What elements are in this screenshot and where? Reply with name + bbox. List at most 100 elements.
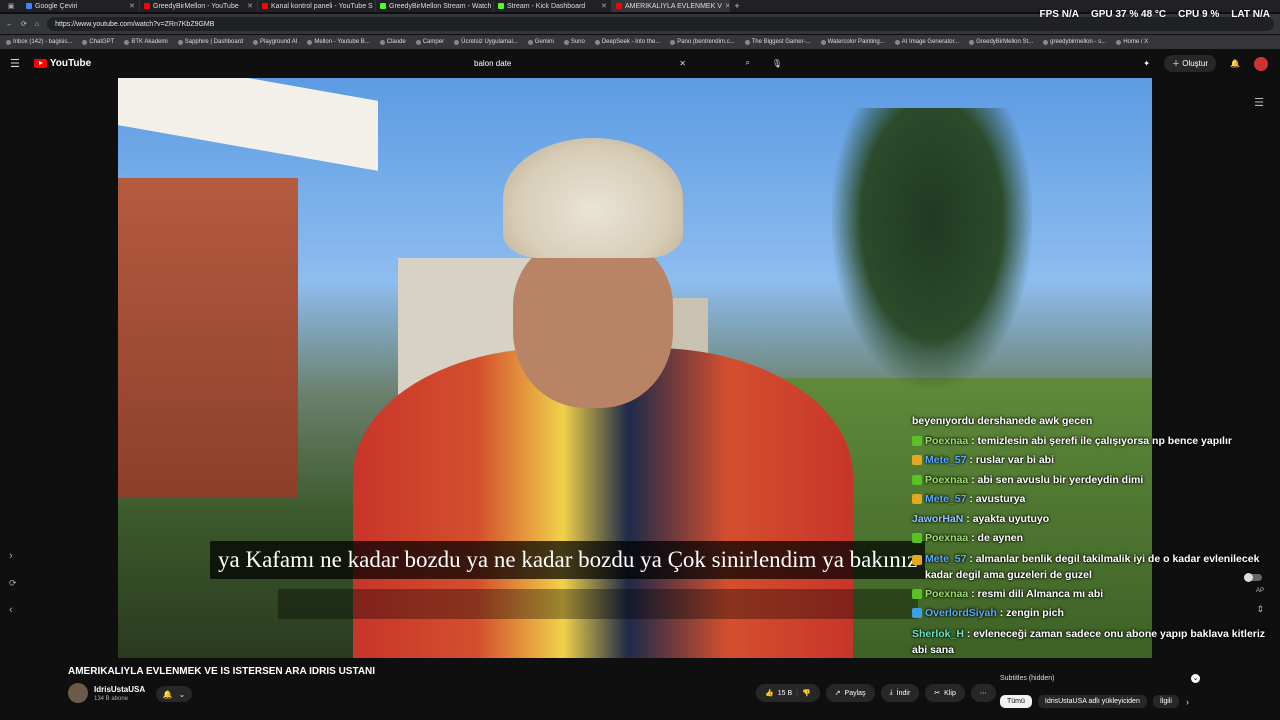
refresh-icon[interactable]: ⟳ — [9, 578, 17, 589]
bookmark-item[interactable]: Inbox (142) - bagisis... — [6, 39, 72, 45]
browser-tab[interactable]: GreedyBirMellon Stream - Watch✕ — [376, 0, 494, 12]
bookmark-item[interactable]: AI Image Generator... — [894, 39, 959, 45]
chat-badge-icon — [912, 474, 922, 485]
bookmark-favicon-icon — [379, 39, 385, 45]
chat-menu-icon[interactable]: ☰ — [1254, 96, 1264, 109]
close-tab-icon[interactable]: ✕ — [247, 2, 253, 10]
browser-tab[interactable]: Stream - Kick Dashboard ✕ — [494, 0, 612, 12]
chat-username[interactable]: Poexnaa — [925, 435, 968, 447]
tab-title: Kanal kontrol paneli - YouTube S — [271, 2, 373, 10]
chat-username[interactable]: JaworHaN — [912, 513, 963, 525]
bookmark-item[interactable]: greedybirmellon - s... — [1043, 39, 1106, 45]
filter-chip[interactable]: IdrisUstaUSA adlı yükleyiciden — [1037, 695, 1147, 708]
youtube-logo[interactable]: YouTube — [33, 58, 91, 69]
browser-tab[interactable]: AMERIKALIYLA EVLENMEK V✕ — [612, 0, 730, 12]
tab-favicon — [380, 3, 386, 9]
clear-search-icon[interactable]: ✕ — [679, 59, 686, 68]
account-avatar[interactable] — [1254, 56, 1268, 71]
bookmark-favicon-icon — [6, 39, 11, 45]
bookmark-item[interactable]: BTK Akademi — [124, 39, 168, 45]
ap-label: AP — [1255, 588, 1264, 594]
tab-favicon — [144, 3, 150, 9]
bookmark-label: Home / X — [1123, 39, 1149, 45]
browser-tab[interactable]: Kanal kontrol paneli - YouTube S✕ — [258, 0, 376, 12]
share-label: Paylaş — [844, 689, 866, 697]
bookmark-item[interactable]: Mellon - Youtube B... — [307, 39, 370, 45]
browser-tab[interactable]: GreedyBirMellon - YouTube ✕ — [140, 0, 258, 12]
close-tab-icon[interactable]: ✕ — [601, 2, 607, 10]
sparkle-icon[interactable]: ✦ — [1143, 59, 1150, 68]
download-label: İndir — [896, 689, 911, 697]
bookmark-item[interactable]: Suno — [563, 39, 585, 45]
new-tab-icon[interactable]: + — [730, 1, 744, 11]
bookmark-item[interactable]: Sapphire | Dashboard — [177, 39, 243, 45]
chat-username[interactable]: Mete_57 — [925, 454, 966, 466]
bookmark-item[interactable]: Playground AI — [253, 39, 297, 45]
browser-tab[interactable]: Google Çeviri ✕ — [22, 0, 140, 12]
filter-chip[interactable]: Tümü — [1000, 695, 1032, 708]
thumbs-up-icon: 👍 — [765, 690, 774, 697]
bookmark-favicon-icon — [969, 39, 975, 45]
bookmark-item[interactable]: ChatGPT — [82, 39, 114, 45]
bookmark-favicon-icon — [594, 39, 600, 45]
subscription-bell-button[interactable]: 🔔 ⌄ — [156, 686, 192, 702]
chips-next-icon[interactable]: › — [1186, 697, 1189, 707]
download-button[interactable]: ⤓ İndir — [880, 684, 920, 702]
notifications-icon[interactable]: 🔔 — [1230, 59, 1240, 68]
mic-icon[interactable]: 🎙 — [772, 59, 782, 68]
more-actions-button[interactable]: ⋯ — [970, 684, 996, 702]
channel-avatar[interactable] — [68, 683, 88, 703]
chat-message: Mete_57 : ruslar var bi abi — [912, 451, 1272, 471]
bookmark-item[interactable]: Camper — [415, 39, 444, 45]
filter-chip[interactable]: İlgili — [1152, 695, 1179, 708]
subtitles-toggle[interactable]: Subtitles (hidden) ⌄ — [1000, 672, 1200, 684]
chat-text: : ayakta uyutuyo — [963, 512, 1050, 525]
bookmark-label: Watercolor Painting... — [827, 39, 885, 45]
menu-icon[interactable]: ☰ — [10, 57, 20, 70]
chevron-left-icon[interactable]: ‹ — [9, 604, 13, 616]
search-input[interactable]: balon date — [474, 59, 511, 68]
fps-label: FPS — [1039, 9, 1059, 20]
thumbs-down-icon[interactable]: 👎 — [802, 689, 811, 697]
youtube-play-icon — [33, 58, 47, 68]
share-button[interactable]: ↗ Paylaş — [825, 684, 875, 702]
channel-name[interactable]: IdrisUstaUSA — [94, 685, 145, 694]
chat-toggle[interactable] — [1244, 573, 1262, 582]
tab-title: Google Çeviri — [35, 2, 78, 10]
clip-button[interactable]: ✂ Klip — [925, 684, 965, 702]
bookmark-item[interactable]: Ücretsiz Uygulamal... — [454, 39, 518, 45]
home-icon[interactable]: ⌂ — [35, 21, 39, 28]
chevron-right-icon[interactable]: › — [9, 550, 13, 562]
bookmark-item[interactable]: Pano (bentrendim.c... — [670, 39, 735, 45]
chat-username[interactable]: Sherlok_H — [912, 628, 964, 640]
chat-text: beyenıyordu dershanede awk gecen — [912, 415, 1093, 427]
video-title: AMERIKALIYLA EVLENMEK VE IS ISTERSEN ARA… — [68, 666, 376, 677]
chat-username[interactable]: Poexnaa — [925, 474, 968, 486]
bookmark-item[interactable]: Gemini — [527, 39, 554, 45]
chat-username[interactable]: Mete_57 — [925, 493, 966, 505]
create-button[interactable]: ＋ Oluştur — [1164, 55, 1217, 72]
bookmark-item[interactable]: Watercolor Painting... — [820, 39, 885, 45]
chat-badge-icon — [912, 608, 922, 618]
video-tree — [832, 108, 1032, 388]
channel-subscribers: 134 B abone — [94, 696, 129, 702]
bookmark-item[interactable]: GreedyBirMellon St... — [969, 39, 1033, 45]
reload-icon[interactable]: ⟳ — [21, 20, 27, 28]
bookmark-item[interactable]: DeepSeek - Into the... — [594, 39, 660, 45]
chat-username[interactable]: Mete_57 — [925, 553, 966, 565]
chat-badge-icon — [912, 588, 922, 599]
tab-favicon — [498, 3, 504, 9]
close-tab-icon[interactable]: ✕ — [129, 2, 135, 10]
chat-username[interactable]: Poexnaa — [925, 588, 968, 600]
bookmark-item[interactable]: Claude — [379, 39, 406, 45]
video-brick-house — [118, 178, 298, 498]
chat-username[interactable]: Poexnaa — [925, 532, 968, 544]
search-box[interactable]: balon date ✕ ⌕ 🎙 — [466, 54, 782, 72]
chat-username[interactable]: OverlordSiyah — [925, 607, 997, 619]
bookmark-item[interactable]: Home / X — [1116, 39, 1148, 45]
like-button[interactable]: 👍 15 B | 👎 — [756, 684, 820, 702]
bookmark-item[interactable]: The Biggest Gamer-... — [744, 39, 811, 45]
sort-icon[interactable]: ⇕ — [1256, 604, 1264, 615]
search-icon[interactable]: ⌕ — [746, 58, 750, 68]
back-icon[interactable]: ← — [6, 21, 13, 28]
